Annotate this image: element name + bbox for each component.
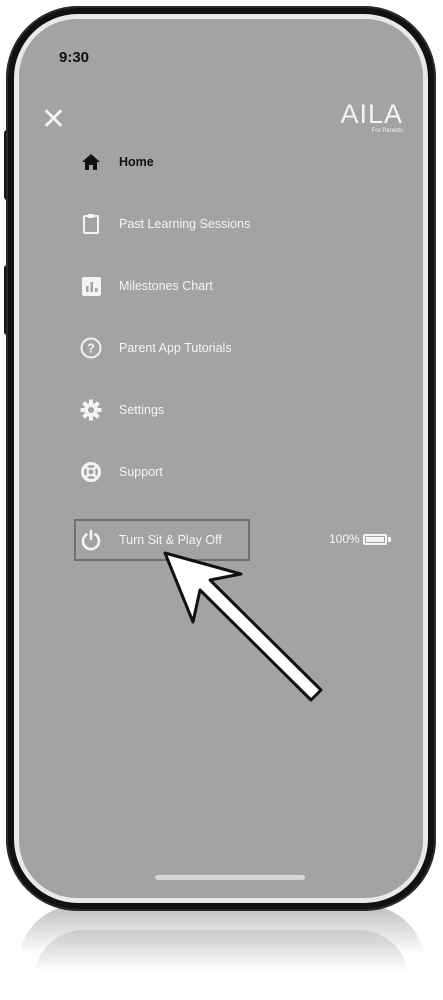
close-icon[interactable]: ✕: [41, 105, 66, 135]
help-icon: ?: [80, 337, 102, 359]
clipboard-icon: [80, 213, 102, 235]
menu-item-label: Support: [119, 465, 163, 479]
menu-item-home[interactable]: Home: [80, 147, 154, 177]
menu-item-label: Settings: [119, 403, 165, 417]
menu-item-milestones-chart[interactable]: Milestones Chart: [80, 271, 213, 301]
menu-item-label: Past Learning Sessions: [119, 217, 251, 231]
battery-icon: [362, 533, 387, 545]
phone-frame: 9:30 ✕ AILA For Parents Home Past Learni…: [6, 6, 436, 911]
power-icon: [80, 529, 102, 551]
menu-item-label: Turn Sit & Play Off: [119, 533, 222, 547]
menu-item-label: Home: [119, 155, 154, 169]
phone-bezel: 9:30 ✕ AILA For Parents Home Past Learni…: [14, 14, 428, 903]
status-time: 9:30: [59, 49, 90, 66]
menu-item-label: Parent App Tutorials: [119, 341, 232, 355]
phone-reflection-inner: [34, 930, 409, 1000]
app-screen: 9:30 ✕ AILA For Parents Home Past Learni…: [19, 19, 423, 898]
svg-text:?: ?: [87, 341, 95, 356]
menu-item-support[interactable]: Support: [80, 457, 163, 487]
menu-item-turn-sit-play-off[interactable]: Turn Sit & Play Off: [80, 525, 222, 555]
menu-item-parent-app-tutorials[interactable]: ? Parent App Tutorials: [80, 333, 232, 363]
battery-indicator: 100%: [329, 532, 391, 546]
lifebuoy-icon: [80, 461, 102, 483]
gear-icon: [80, 399, 102, 421]
menu-item-past-learning-sessions[interactable]: Past Learning Sessions: [80, 209, 250, 239]
menu-item-settings[interactable]: Settings: [80, 395, 164, 425]
chart-icon: [80, 275, 102, 297]
home-icon: [80, 151, 102, 173]
battery-tip: [387, 536, 391, 542]
battery-level: 100%: [329, 532, 360, 546]
app-logo: AILA For Parents: [340, 99, 403, 134]
logo-text: AILA: [340, 99, 403, 129]
menu-item-label: Milestones Chart: [119, 279, 213, 293]
home-indicator[interactable]: [155, 875, 305, 880]
